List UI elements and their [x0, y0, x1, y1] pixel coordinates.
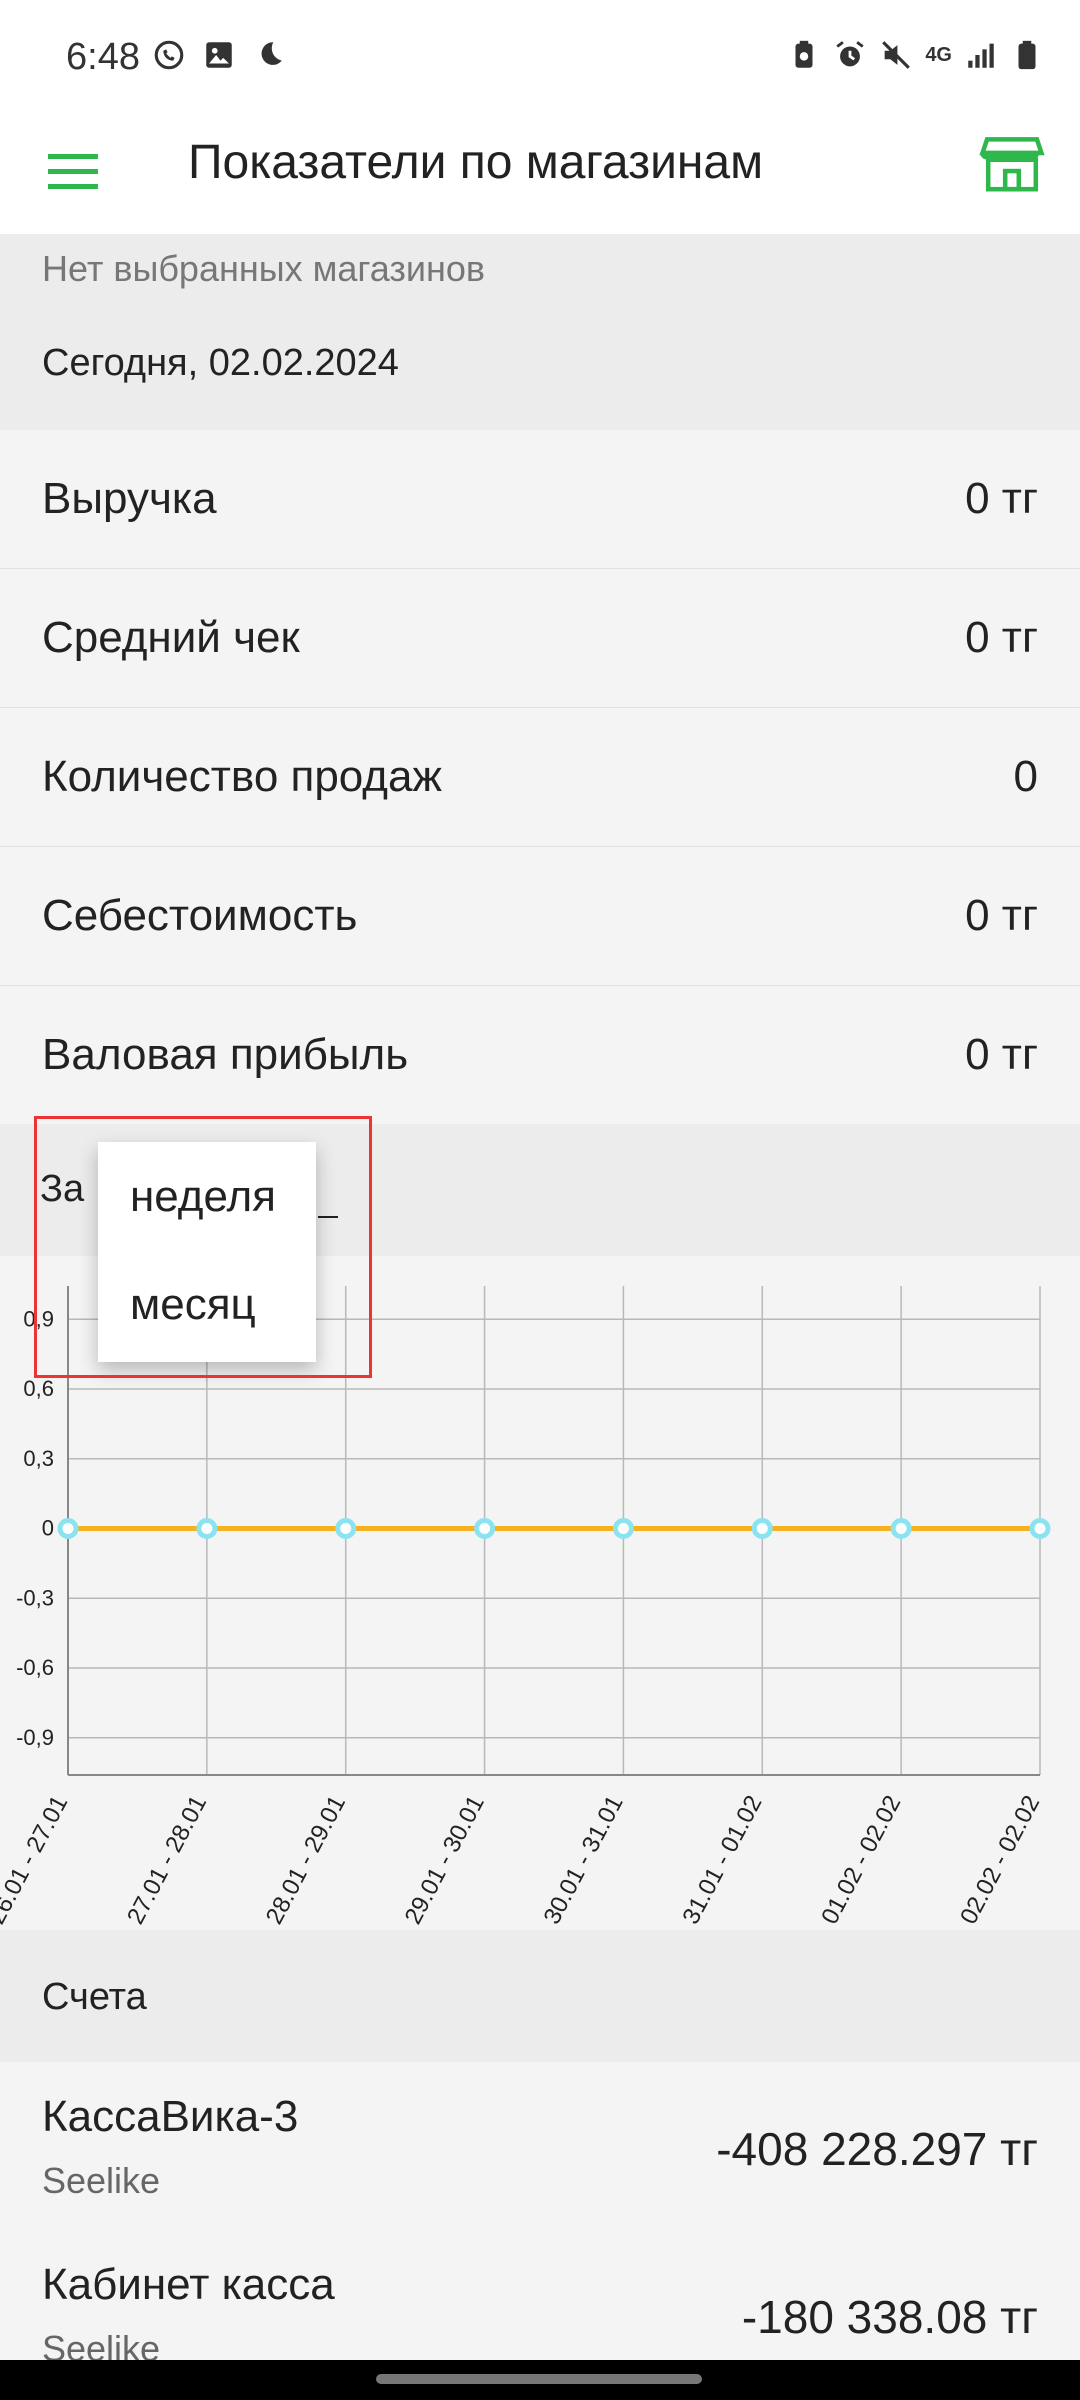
period-dropdown-menu: неделя месяц [98, 1142, 316, 1362]
metric-label: Выручка [42, 474, 217, 523]
account-row[interactable]: КассаВика-3 Seelike -408 228.297 тг [0, 2062, 1080, 2230]
navigation-bar [0, 2360, 1080, 2400]
metric-label: Валовая прибыль [42, 1030, 409, 1079]
x-tick-label: 02.02 - 02.02 [955, 1791, 1045, 1929]
x-tick-label: 29.01 - 30.01 [400, 1791, 490, 1929]
y-tick-label: 0 [42, 1516, 54, 1541]
home-handle[interactable] [376, 2374, 702, 2384]
data-point [890, 1518, 912, 1539]
signal-icon [968, 43, 994, 68]
data-point [57, 1518, 79, 1539]
metric-label: Себестоимость [42, 891, 358, 940]
screen: 6:48 4G Показатели по магазинам Нет выбр… [0, 0, 1080, 2360]
battery-saver-icon [795, 40, 813, 68]
image-icon [206, 42, 232, 68]
mute-icon [882, 41, 911, 69]
y-tick-label: -0,3 [16, 1585, 54, 1610]
metric-value: 0 тг [965, 613, 1038, 662]
metric-value: 0 тг [965, 474, 1038, 523]
store-filter[interactable]: Нет выбранных магазинов [0, 234, 1080, 305]
metric-average-check: Средний чек 0 тг [0, 569, 1080, 708]
period-prefix: За [40, 1168, 85, 1210]
date-label: Сегодня, 02.02.2024 [42, 342, 399, 384]
account-row[interactable]: Кабинет касса Seelike -180 338.08 тг [0, 2230, 1080, 2360]
x-tick-label: 27.01 - 28.01 [122, 1791, 212, 1929]
period-option-month[interactable]: месяц [130, 1280, 256, 1330]
account-name: Кабинет касса [42, 2260, 335, 2309]
account-name: КассаВика-3 [42, 2092, 299, 2141]
period-option-week[interactable]: неделя [130, 1172, 276, 1222]
metric-label: Средний чек [42, 613, 300, 662]
metric-gross-profit: Валовая прибыль 0 тг [0, 986, 1080, 1125]
battery-icon [1018, 40, 1036, 70]
data-point [474, 1518, 496, 1539]
data-point [612, 1518, 634, 1539]
accounts-title: Счета [42, 1976, 147, 2018]
y-tick-label: 0,6 [23, 1376, 54, 1401]
4g-icon: 4G [925, 43, 952, 66]
metric-cost: Себестоимость 0 тг [0, 847, 1080, 986]
y-tick-label: 0,3 [23, 1446, 54, 1471]
date-header: Сегодня, 02.02.2024 [0, 304, 1080, 430]
hamburger-icon[interactable] [44, 142, 104, 202]
app-bar: Показатели по магазинам [0, 120, 1080, 234]
accounts-header: Счета [0, 1930, 1080, 2062]
moon-icon [261, 42, 282, 65]
data-point [196, 1518, 218, 1539]
page-title: Показатели по магазинам [188, 136, 764, 189]
x-tick-label: 31.01 - 01.02 [677, 1791, 767, 1929]
metric-value: 0 тг [965, 1030, 1038, 1079]
account-balance: -408 228.297 тг [716, 2123, 1038, 2175]
metric-value: 0 тг [965, 891, 1038, 940]
x-tick-label: 26.01 - 27.01 [0, 1791, 73, 1929]
account-org: Seelike [42, 2160, 161, 2201]
y-tick-label: -0,6 [16, 1655, 54, 1680]
alarm-icon [836, 41, 864, 67]
metric-label: Количество продаж [42, 752, 442, 801]
store-filter-label: Нет выбранных магазинов [42, 248, 485, 289]
x-tick-label: 01.02 - 02.02 [816, 1791, 906, 1929]
account-balance: -180 338.08 тг [741, 2291, 1038, 2343]
data-point [751, 1518, 773, 1539]
y-tick-label: -0,9 [16, 1725, 54, 1750]
metric-value: 0 [1013, 752, 1038, 801]
account-org: Seelike [42, 2328, 161, 2360]
x-tick-label: 30.01 - 31.01 [538, 1791, 628, 1929]
metric-revenue: Выручка 0 тг [0, 430, 1080, 569]
y-tick-label: 0,9 [23, 1306, 54, 1331]
data-point [335, 1518, 357, 1539]
whatsapp-icon [154, 40, 184, 70]
status-time: 6:48 [66, 36, 140, 78]
x-tick-label: 28.01 - 29.01 [261, 1791, 351, 1929]
store-icon[interactable] [978, 128, 1046, 196]
period-dropdown-underline [318, 1216, 338, 1218]
data-point [1029, 1518, 1051, 1539]
status-bar: 6:48 4G [0, 0, 1080, 120]
metric-sales-count: Количество продаж 0 [0, 708, 1080, 847]
